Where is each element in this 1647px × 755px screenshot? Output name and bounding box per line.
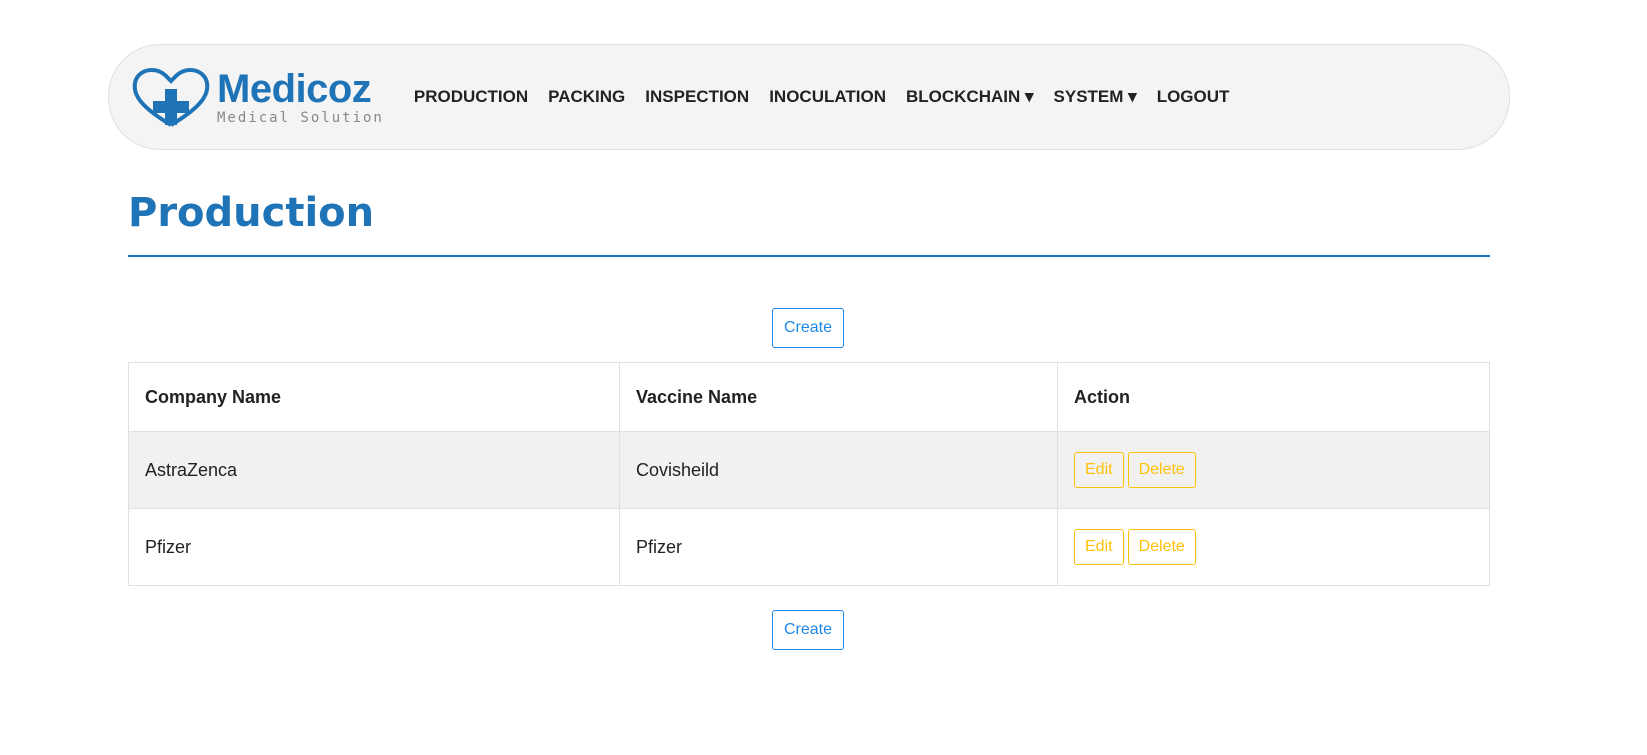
delete-button[interactable]: Delete: [1127, 529, 1196, 565]
action-cell: Edit Delete: [1057, 508, 1490, 586]
vaccine-cell: Pfizer: [619, 508, 1058, 586]
edit-button[interactable]: Edit: [1074, 452, 1124, 488]
brand-tagline: Medical Solution: [217, 110, 384, 126]
table-row: Pfizer Pfizer Edit Delete: [128, 508, 1490, 586]
vaccine-cell: Covisheild: [619, 431, 1058, 509]
nav-inoculation[interactable]: INOCULATION: [769, 87, 886, 107]
nav-packing[interactable]: PACKING: [548, 87, 625, 107]
nav-system-dropdown[interactable]: SYSTEM ▾: [1054, 87, 1137, 107]
header-action: Action: [1057, 362, 1490, 432]
nav-production[interactable]: PRODUCTION: [414, 87, 528, 107]
production-table: Company Name Vaccine Name Action AstraZe…: [128, 362, 1490, 586]
brand-name: Medicoz: [217, 67, 372, 111]
action-cell: Edit Delete: [1057, 431, 1490, 509]
table-row: AstraZenca Covisheild Edit Delete: [128, 431, 1490, 509]
table-header-row: Company Name Vaccine Name Action: [128, 362, 1490, 432]
header-company-name: Company Name: [128, 362, 620, 432]
nav-logout[interactable]: LOGOUT: [1157, 87, 1230, 107]
nav-blockchain-dropdown[interactable]: BLOCKCHAIN ▾: [906, 87, 1034, 107]
delete-button[interactable]: Delete: [1127, 452, 1196, 488]
heart-cross-logo-icon: [132, 67, 210, 127]
nav-menu: PRODUCTION PACKING INSPECTION INOCULATIO…: [414, 87, 1230, 107]
logo[interactable]: Medicoz Medical Solution: [131, 65, 384, 129]
create-button-bottom[interactable]: Create: [772, 610, 844, 650]
title-divider: [128, 255, 1490, 257]
edit-button[interactable]: Edit: [1074, 529, 1124, 565]
create-button-top[interactable]: Create: [772, 308, 844, 348]
company-cell: AstraZenca: [128, 431, 620, 509]
nav-inspection[interactable]: INSPECTION: [645, 87, 749, 107]
company-cell: Pfizer: [128, 508, 620, 586]
page-title: Production: [128, 190, 375, 236]
header-vaccine-name: Vaccine Name: [619, 362, 1058, 432]
navbar: Medicoz Medical Solution PRODUCTION PACK…: [108, 44, 1510, 150]
